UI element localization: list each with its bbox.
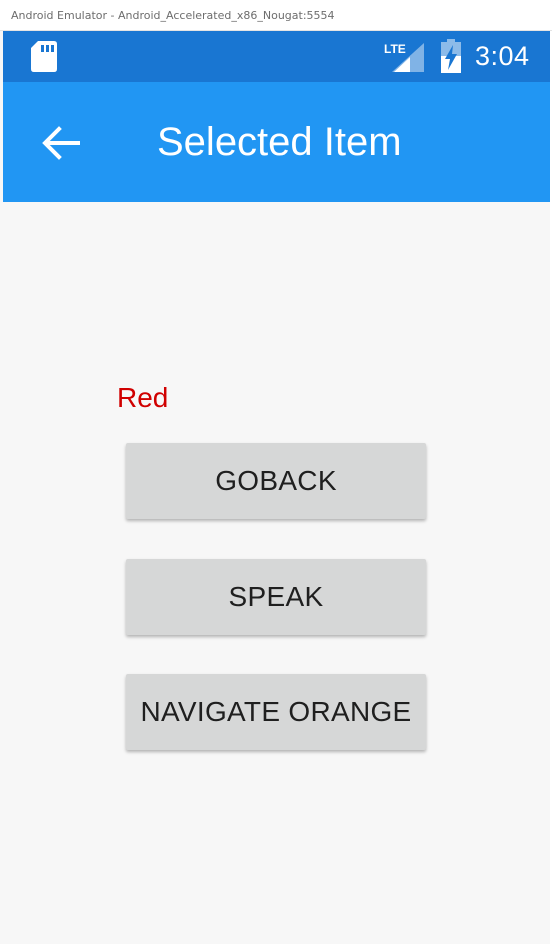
navigate-orange-button[interactable]: NAVIGATE ORANGE xyxy=(126,674,426,750)
arrow-back-icon xyxy=(42,126,80,160)
battery-charging-icon xyxy=(439,39,463,73)
window-titlebar: Android Emulator - Android_Accelerated_x… xyxy=(0,0,552,31)
android-status-bar: LTE 3:04 xyxy=(3,31,550,82)
emulator-window: Android Emulator - Android_Accelerated_x… xyxy=(0,0,552,944)
main-content: Red GOBACK SPEAK NAVIGATE ORANGE xyxy=(3,202,550,942)
goback-button[interactable]: GOBACK xyxy=(126,443,426,519)
speak-button[interactable]: SPEAK xyxy=(126,559,426,635)
selected-item-label: Red xyxy=(117,382,169,413)
lte-label: LTE xyxy=(384,42,406,56)
app-toolbar: Selected Item xyxy=(3,82,550,202)
sd-card-icon xyxy=(30,40,58,73)
lte-signal-icon: LTE xyxy=(384,41,426,73)
page-title: Selected Item xyxy=(157,120,402,164)
back-button[interactable] xyxy=(33,118,89,168)
window-title: Android Emulator - Android_Accelerated_x… xyxy=(11,9,335,22)
status-clock: 3:04 xyxy=(475,41,530,71)
